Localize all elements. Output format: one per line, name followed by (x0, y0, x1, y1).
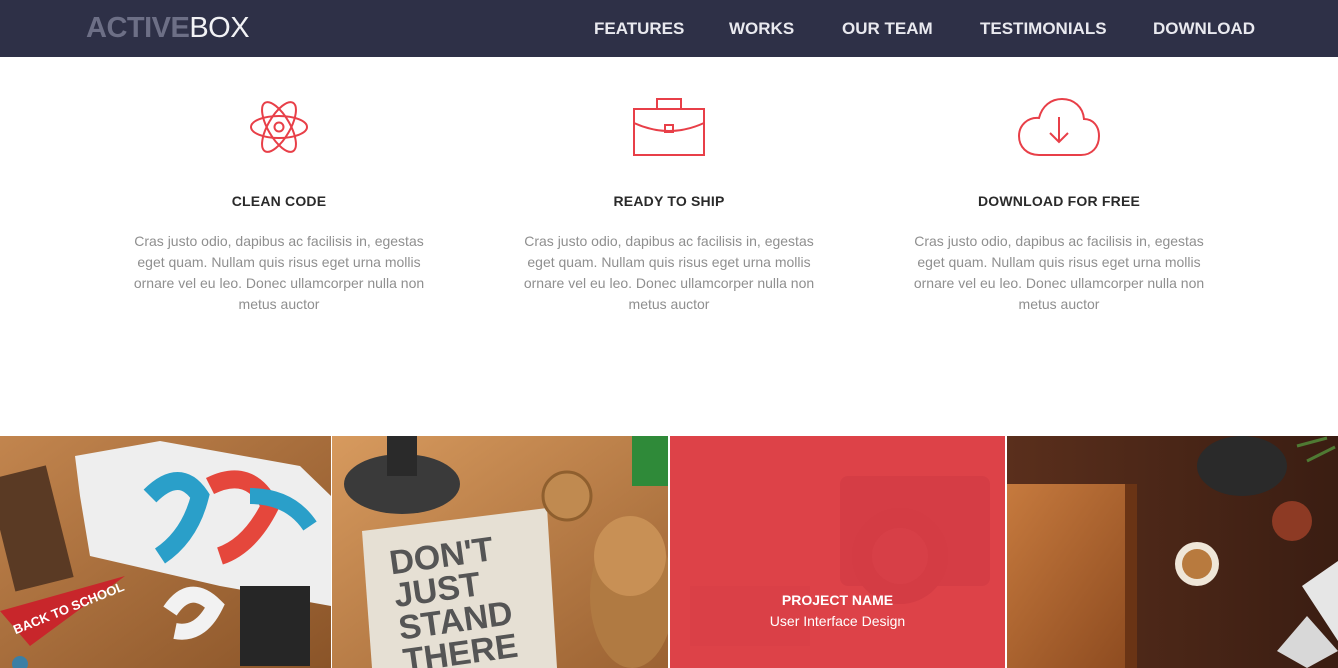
feature-title: DOWNLOAD FOR FREE (977, 193, 1141, 209)
briefcase-icon (633, 98, 705, 156)
top-navbar: ACTIVEBOX FEATURES WORKS OUR TEAM TESTIM… (0, 0, 1338, 57)
nav-link-our-team[interactable]: OUR TEAM (842, 19, 933, 39)
feature-description: Cras justo odio, dapibus ac facilisis in… (913, 233, 1205, 312)
feature-download-free: DOWNLOAD FOR FREE Cras justo odio, dapib… (899, 95, 1219, 315)
logo-bold-text: ACTIVE (86, 12, 190, 44)
portfolio-photo-poster: DON'T JUST STAND THERE (332, 436, 668, 668)
portfolio-item-kitchen[interactable] (1007, 436, 1338, 668)
project-category: User Interface Design (769, 613, 906, 629)
feature-description: Cras justo odio, dapibus ac facilisis in… (133, 233, 425, 312)
nav-link-features[interactable]: FEATURES (594, 19, 684, 39)
feature-ready-to-ship: READY TO SHIP Cras justo odio, dapibus a… (509, 95, 829, 315)
feature-description: Cras justo odio, dapibus ac facilisis in… (523, 233, 815, 312)
feature-title: CLEAN CODE (231, 193, 327, 209)
site-logo[interactable]: ACTIVEBOX (86, 11, 250, 45)
nav-link-testimonials[interactable]: TESTIMONIALS (980, 19, 1107, 39)
project-name: PROJECT NAME (781, 592, 894, 608)
nav-link-download[interactable]: DOWNLOAD (1153, 19, 1255, 39)
portfolio-item-tshirt[interactable]: BACK TO SCHOOL (0, 436, 331, 668)
nav-link-works[interactable]: WORKS (729, 19, 794, 39)
portfolio-item-camera[interactable]: PROJECT NAME User Interface Design (670, 436, 1005, 668)
feature-clean-code: CLEAN CODE Cras justo odio, dapibus ac f… (119, 95, 439, 315)
cloud-download-icon (1017, 97, 1101, 156)
feature-title: READY TO SHIP (613, 193, 725, 209)
logo-light-text: BOX (189, 12, 250, 44)
portfolio-photo-kitchen (1007, 436, 1338, 668)
atom-icon (250, 101, 308, 153)
portfolio-photo-tshirt: BACK TO SCHOOL (0, 436, 331, 668)
portfolio-item-poster[interactable]: DON'T JUST STAND THERE (332, 436, 668, 668)
project-hover-overlay (670, 436, 1005, 668)
